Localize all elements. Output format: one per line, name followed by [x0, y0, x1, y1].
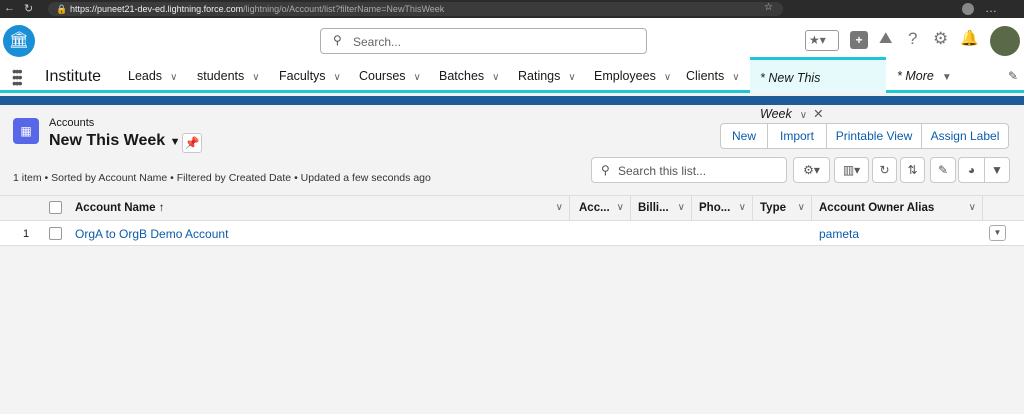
- sort-arrow-icon: ↑: [158, 202, 165, 214]
- account-object-icon: ▦: [13, 118, 39, 144]
- nav-more[interactable]: * More ▼: [897, 60, 952, 93]
- printable-view-button[interactable]: Printable View: [826, 123, 922, 149]
- row-number: 1: [23, 228, 30, 240]
- row-checkbox[interactable]: [49, 227, 62, 240]
- chevron-down-icon[interactable]: ∨: [334, 72, 341, 83]
- nav-item-courses[interactable]: Courses ∨: [359, 60, 421, 93]
- global-create-icon[interactable]: +: [850, 31, 868, 49]
- select-all-checkbox[interactable]: [49, 201, 62, 214]
- chevron-down-icon[interactable]: ∨: [732, 72, 739, 83]
- avatar[interactable]: [990, 26, 1020, 56]
- address-bar[interactable]: 🔒 https://puneet21-dev-ed.lightning.force…: [48, 2, 783, 16]
- import-button[interactable]: Import: [767, 123, 827, 149]
- help-icon[interactable]: ?: [908, 29, 917, 49]
- column-phone[interactable]: Pho... ∨: [693, 195, 753, 221]
- column-billing[interactable]: Billi... ∨: [632, 195, 692, 221]
- nav-item-leads[interactable]: Leads ∨: [128, 60, 177, 93]
- search-icon: ⚲: [601, 163, 610, 177]
- global-header: 🏛 ⚲ Search... ★▾ + ⛰ ? ⚙ 🔔: [0, 18, 1024, 60]
- chevron-down-icon[interactable]: ∨: [798, 195, 805, 221]
- caret-down-icon: ▼: [941, 72, 952, 83]
- chevron-down-icon[interactable]: ∨: [678, 195, 685, 221]
- browser-toolbar: ← ↻ 🔒 https://puneet21-dev-ed.lightning.f…: [0, 0, 1024, 18]
- nav-item-employees[interactable]: Employees ∨: [594, 60, 671, 93]
- account-name-link[interactable]: OrgA to OrgB Demo Account: [75, 227, 228, 241]
- global-search-input[interactable]: ⚲ Search...: [320, 28, 647, 54]
- list-settings-icon[interactable]: ⚙▾: [793, 157, 830, 183]
- display-as-icon[interactable]: ▥▾: [834, 157, 869, 183]
- nav-item-ratings[interactable]: Ratings ∨: [518, 60, 576, 93]
- list-view-selector[interactable]: New This Week ▼: [49, 132, 181, 150]
- chevron-down-icon[interactable]: ∨: [969, 195, 976, 221]
- star-icon[interactable]: ☆: [764, 2, 773, 13]
- list-search-input[interactable]: ⚲ Search this list...: [591, 157, 787, 183]
- chevron-down-icon[interactable]: ∨: [170, 72, 177, 83]
- object-label: Accounts: [49, 117, 95, 129]
- lock-icon: 🔒: [56, 4, 68, 14]
- tab-new-this-week[interactable]: * New This Week ∨ ✕: [750, 57, 886, 121]
- filter-icon[interactable]: ▼: [984, 157, 1010, 183]
- favorites-icon[interactable]: ★▾: [805, 30, 839, 51]
- nav-item-students[interactable]: students ∨: [197, 60, 260, 93]
- charts-icon[interactable]: ◕: [958, 157, 985, 183]
- trailhead-icon[interactable]: ⛰: [879, 30, 892, 48]
- new-button[interactable]: New: [720, 123, 768, 149]
- app-name: Institute: [45, 68, 102, 85]
- sort-icon[interactable]: ⇅: [900, 157, 925, 183]
- chevron-down-icon[interactable]: ∨: [617, 195, 624, 221]
- close-icon[interactable]: ✕: [813, 107, 823, 121]
- more-icon[interactable]: …: [985, 1, 997, 15]
- edit-list-icon[interactable]: ✎: [930, 157, 956, 183]
- reload-icon[interactable]: ↻: [24, 2, 33, 15]
- profile-icon[interactable]: [962, 3, 974, 15]
- column-acc[interactable]: Acc... ∨: [573, 195, 631, 221]
- gear-icon[interactable]: ⚙: [933, 29, 948, 49]
- org-logo-icon[interactable]: 🏛: [3, 25, 35, 57]
- nav-item-clients[interactable]: Clients ∨: [686, 60, 740, 93]
- edit-nav-icon[interactable]: ✎: [1008, 69, 1018, 83]
- assign-label-button[interactable]: Assign Label: [921, 123, 1009, 149]
- refresh-icon[interactable]: ↻: [872, 157, 897, 183]
- app-launcher-icon[interactable]: ••• ••• •••: [12, 64, 23, 90]
- row-actions-icon[interactable]: ▼: [989, 225, 1006, 241]
- column-account-owner-alias[interactable]: Account Owner Alias ∨: [813, 195, 983, 221]
- chevron-down-icon[interactable]: ∨: [739, 195, 746, 221]
- caret-down-icon: ▼: [169, 136, 181, 148]
- chevron-down-icon[interactable]: ∨: [664, 72, 671, 83]
- pin-icon[interactable]: 📌: [182, 133, 202, 153]
- nav-item-facultys[interactable]: Facultys ∨: [279, 60, 341, 93]
- bell-icon[interactable]: 🔔: [960, 29, 979, 47]
- header-band: [0, 96, 1024, 105]
- list-status: 1 item • Sorted by Account Name • Filter…: [13, 172, 431, 184]
- back-icon[interactable]: ←: [4, 2, 15, 14]
- chevron-down-icon[interactable]: ∨: [568, 72, 575, 83]
- column-type[interactable]: Type ∨: [754, 195, 812, 221]
- nav-item-batches[interactable]: Batches ∨: [439, 60, 500, 93]
- owner-alias-link[interactable]: pameta: [819, 227, 859, 241]
- chevron-down-icon[interactable]: ∨: [492, 72, 499, 83]
- table-row: 1 OrgA to OrgB Demo Account pameta ▼: [0, 221, 1024, 246]
- column-account-name[interactable]: Account Name ↑ ∨: [69, 195, 570, 221]
- chevron-down-icon[interactable]: ∨: [252, 72, 259, 83]
- chevron-down-icon[interactable]: ∨: [414, 72, 421, 83]
- chevron-down-icon[interactable]: ∨: [800, 110, 807, 121]
- app-nav: ••• ••• ••• Institute Leads ∨ students ∨ Fac…: [0, 57, 1024, 121]
- search-icon: ⚲: [333, 33, 342, 47]
- chevron-down-icon[interactable]: ∨: [556, 195, 563, 221]
